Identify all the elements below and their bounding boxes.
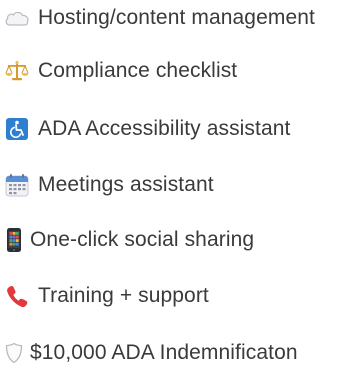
feature-label: ADA Accessibility assistant	[38, 117, 291, 140]
feature-list: Hosting/content management Compliance ch…	[0, 0, 358, 367]
mobile-phone-icon	[4, 227, 24, 253]
feature-label: Meetings assistant	[38, 173, 214, 196]
feature-label: One-click social sharing	[30, 228, 255, 251]
feature-label: Compliance checklist	[38, 59, 238, 82]
feature-item-meetings: Meetings assistant	[4, 167, 214, 203]
feature-label: Hosting/content management	[38, 6, 315, 29]
scales-icon	[4, 58, 30, 84]
feature-item-social-sharing: One-click social sharing	[4, 222, 254, 258]
telephone-receiver-icon	[4, 283, 30, 309]
feature-item-compliance: Compliance checklist	[4, 53, 237, 89]
feature-item-accessibility: ADA Accessibility assistant	[4, 111, 290, 147]
feature-item-training-support: Training + support	[4, 278, 209, 314]
calendar-icon	[4, 172, 30, 198]
feature-item-indemnification: $10,000 ADA Indemnificaton	[4, 335, 298, 367]
feature-label: Training + support	[38, 284, 209, 307]
wheelchair-icon	[4, 116, 30, 142]
feature-label: $10,000 ADA Indemnificaton	[30, 341, 298, 364]
cloud-icon	[4, 5, 30, 31]
feature-item-hosting: Hosting/content management	[4, 0, 315, 36]
shield-icon	[4, 340, 24, 366]
